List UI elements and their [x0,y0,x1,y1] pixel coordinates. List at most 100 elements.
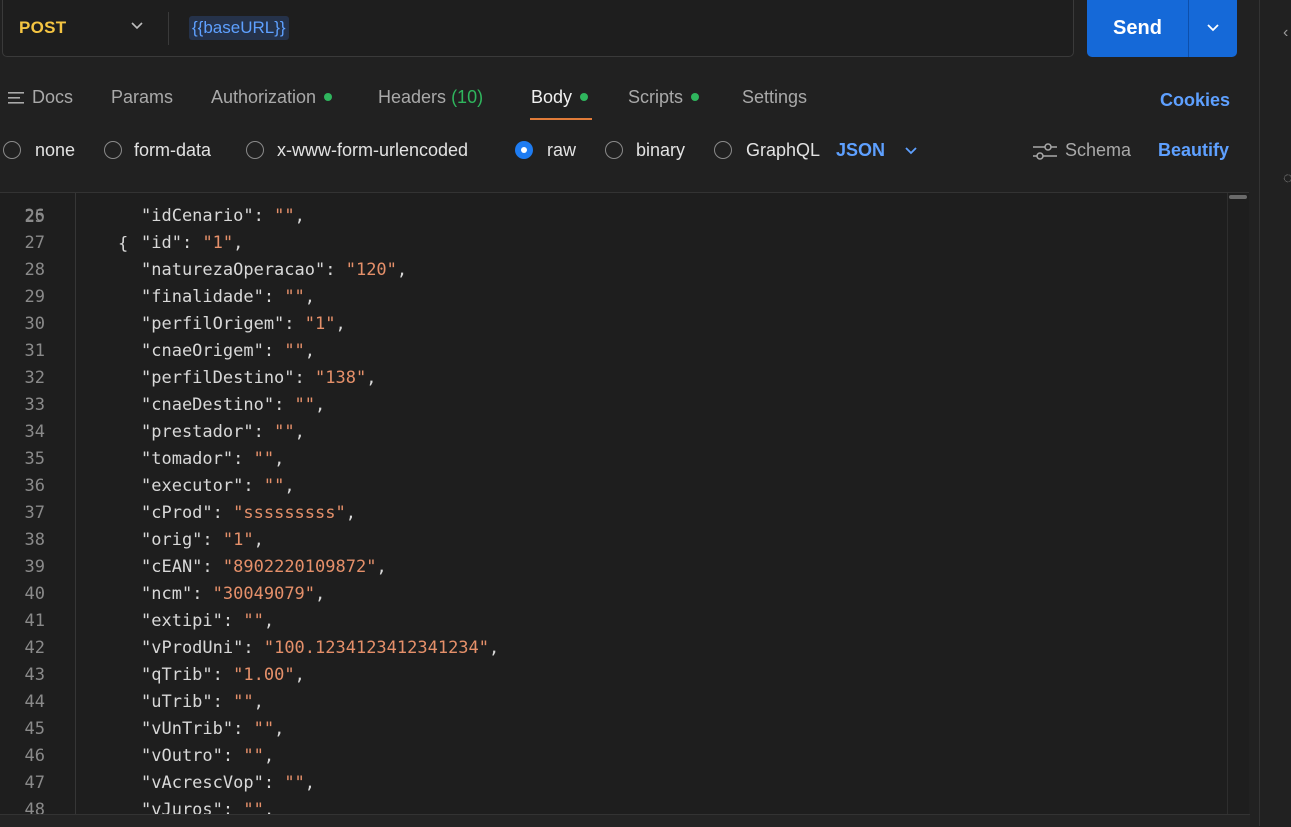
sliders-icon[interactable] [1032,141,1058,163]
panel-edge-icon[interactable]: ‹ [1283,24,1288,42]
line-number: 28 [24,260,45,280]
json-value: "" [284,773,305,793]
tab-scripts[interactable]: Scripts [628,87,700,108]
json-value: "1" [202,233,234,253]
line-number: 33 [24,395,45,415]
code-editor[interactable]: 25 { 26 "idCenario": "", 27 "id": "1", 28 "na… [0,192,1249,815]
code-line: 42 "vProdUni": "100.1234123412341234", [0,635,1200,662]
radio-none[interactable] [3,141,21,159]
json-value: "1" [222,530,254,550]
request-tabs: Docs Params Authorization Headers (10) B… [0,78,1250,122]
line-number: 39 [24,557,45,577]
json-key: "extipi" [141,611,223,631]
json-key: "prestador" [141,422,254,442]
bottom-scrollbar[interactable] [0,814,1250,827]
radio-label-form-data: form-data [134,140,212,160]
code-line: 43 "qTrib": "1.00", [0,662,1200,689]
json-key: "perfilOrigem" [141,314,285,334]
tab-label: Headers [378,87,447,107]
tab-docs[interactable]: Docs [32,87,73,108]
json-value: "" [253,719,275,739]
radio-graphql[interactable] [714,141,732,159]
line-number: 31 [24,341,45,361]
active-tab-indicator [530,118,592,120]
radio-label-x-www-form-urlencoded: x-www-form-urlencoded [277,140,469,160]
send-button-group: Send [1087,0,1237,57]
json-key: "vUnTrib" [141,719,234,739]
code-line: 27 "id": "1", [0,230,1200,257]
json-key: "ncm" [141,584,193,604]
schema-button[interactable]: Schema [1065,140,1131,161]
code-line: 30 "perfilOrigem": "1", [0,311,1200,338]
panel-edge-icon[interactable]: ◌ [1283,170,1291,188]
code-line: 34 "prestador": "", [0,419,1200,446]
radio-binary[interactable] [605,141,623,159]
code-line: 40 "ncm": "30049079", [0,581,1200,608]
json-key: "executor" [141,476,244,496]
scrollbar-thumb[interactable] [1229,195,1247,199]
code-line: 26 "idCenario": "", [0,203,1200,230]
tab-label: Body [531,87,573,107]
line-number: 42 [24,638,45,658]
json-value: "30049079" [212,584,316,604]
json-value: "" [233,692,254,712]
tab-authorization[interactable]: Authorization [211,87,333,108]
json-value: "1.00" [233,665,295,685]
line-number: 26 [24,206,45,226]
json-key: "finalidade" [141,287,264,307]
chevron-down-icon[interactable] [1203,18,1223,38]
json-value: "" [284,287,305,307]
line-number: 38 [24,530,45,550]
line-number: 40 [24,584,45,604]
radio-label-raw: raw [547,140,577,160]
json-value: "" [243,800,264,815]
tab-label: Scripts [628,87,684,107]
tab-label: Authorization [211,87,317,107]
json-key: "vJuros" [141,800,223,815]
tab-body[interactable]: Body [531,87,589,108]
headers-count: (10) [451,87,484,107]
radio-form-data[interactable] [104,141,122,159]
body-type-selector: none form-data x-www-form-urlencoded raw… [0,132,1250,170]
url-input[interactable]: {{baseURL}} [189,16,289,40]
json-key: "uTrib" [141,692,213,712]
scrollbar-track[interactable] [1227,193,1228,815]
radio-raw[interactable] [515,141,533,159]
tab-label: Settings [742,87,808,107]
tab-params[interactable]: Params [111,87,173,108]
line-number: 36 [24,476,45,496]
json-key: "cnaeDestino" [141,395,275,415]
radio-x-www-form-urlencoded[interactable] [246,141,264,159]
code-line: 29 "finalidade": "", [0,284,1200,311]
json-key: "naturezaOperacao" [141,260,326,280]
line-number: 44 [24,692,45,712]
line-number: 34 [24,422,45,442]
code-line: 28 "naturezaOperacao": "120", [0,257,1200,284]
chevron-down-icon[interactable] [903,143,919,159]
json-value: "" [294,395,316,415]
line-number: 37 [24,503,45,523]
line-number: 29 [24,287,45,307]
line-number: 35 [24,449,45,469]
tab-settings[interactable]: Settings [742,87,807,108]
tab-label: Params [111,87,174,107]
json-key: "id" [141,233,182,253]
line-number: 45 [24,719,45,739]
format-select[interactable]: JSON [836,140,885,161]
json-key: "vOutro" [141,746,223,766]
code-line: 31 "cnaeOrigem": "", [0,338,1200,365]
json-value: "" [274,422,295,442]
line-number: 48 [24,800,45,815]
send-divider [1188,0,1189,57]
code-line: 38 "orig": "1", [0,527,1200,554]
json-value: "" [243,611,264,631]
radio-label-none: none [35,140,76,160]
cookies-link[interactable]: Cookies [1160,90,1230,111]
beautify-button[interactable]: Beautify [1158,140,1229,161]
tab-label: Docs [32,87,74,107]
url-divider [168,12,169,45]
send-button[interactable]: Send [1087,0,1188,57]
method-select[interactable]: POST [19,18,67,38]
tab-headers[interactable]: Headers (10) [378,87,483,108]
chevron-down-icon[interactable] [127,16,147,36]
